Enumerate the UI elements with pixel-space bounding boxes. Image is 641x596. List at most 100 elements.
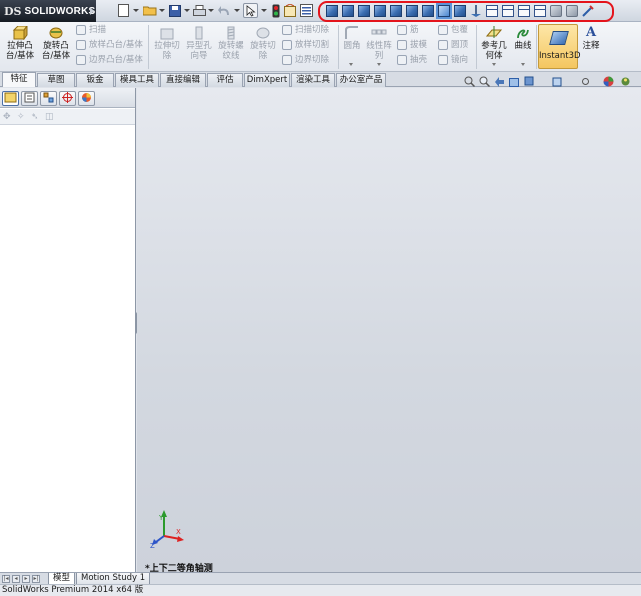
- hide-show-items-icon[interactable]: [580, 76, 591, 87]
- swept-cut-button[interactable]: 扫描切除: [282, 23, 329, 37]
- move-icon[interactable]: ✥: [3, 112, 13, 122]
- display-style-icon[interactable]: [552, 76, 563, 87]
- trimetric-view-icon[interactable]: [436, 3, 452, 19]
- section-view-icon[interactable]: [509, 76, 520, 87]
- instant3d-button[interactable]: Instant3D: [538, 24, 581, 69]
- curves-dropdown-icon[interactable]: [521, 63, 525, 66]
- lofted-cut-button[interactable]: 放样切割: [282, 38, 329, 52]
- tab-sketch[interactable]: 草图: [37, 73, 75, 87]
- file-properties-icon[interactable]: [283, 3, 298, 18]
- save-icon[interactable]: [167, 3, 182, 18]
- apply-scene-icon[interactable]: [620, 76, 631, 87]
- zoom-to-fit-icon[interactable]: [464, 76, 476, 88]
- linear-pattern-button[interactable]: 线性阵列: [365, 26, 393, 61]
- single-view-icon[interactable]: [486, 5, 498, 17]
- print-dropdown-icon[interactable]: [208, 9, 214, 12]
- hole-wizard-button[interactable]: 异型孔向导: [184, 26, 214, 61]
- feature-manager-icon[interactable]: [2, 91, 19, 106]
- select-dropdown-icon[interactable]: [261, 9, 267, 12]
- last-tab-icon[interactable]: ▸|: [32, 575, 40, 583]
- first-tab-icon[interactable]: |◂: [2, 575, 10, 583]
- revolved-boss-button[interactable]: 旋转凸台/基体: [40, 26, 72, 61]
- tab-evaluate[interactable]: 评估: [207, 73, 243, 87]
- view-orientation-icon[interactable]: [524, 76, 535, 87]
- rebuild-icon[interactable]: [268, 3, 283, 18]
- mirror-button[interactable]: 镜向: [438, 53, 468, 67]
- lofted-boss-label: 放样凸台/基体: [89, 40, 143, 50]
- options-icon[interactable]: [299, 3, 314, 18]
- front-view-icon[interactable]: [326, 5, 338, 17]
- tab-render-tools[interactable]: 渲染工具: [291, 73, 335, 87]
- boundary-cut-button[interactable]: 边界切除: [282, 53, 329, 67]
- edit-appearance-icon[interactable]: [603, 76, 614, 87]
- dimxpert-manager-icon[interactable]: [59, 91, 76, 106]
- undo-icon[interactable]: [217, 3, 232, 18]
- fillet-button[interactable]: 圆角: [341, 26, 363, 51]
- menu-expand-icon[interactable]: [90, 7, 94, 15]
- tab-sheet-metal[interactable]: 钣金: [76, 73, 114, 87]
- property-manager-icon[interactable]: [21, 91, 38, 106]
- normal-to-icon[interactable]: [470, 5, 482, 17]
- expand-panel-icon[interactable]: ◫: [45, 112, 55, 122]
- view-selector-icon[interactable]: [566, 5, 578, 17]
- open-icon[interactable]: [142, 3, 157, 18]
- rib-button[interactable]: 筋: [397, 23, 419, 37]
- undo-dropdown-icon[interactable]: [234, 9, 240, 12]
- tab-office-products[interactable]: 办公室产品: [336, 73, 386, 87]
- draft-button[interactable]: 拔模: [397, 38, 427, 52]
- bottom-view-icon[interactable]: [406, 5, 418, 17]
- app-name: SOLIDWORKS: [24, 5, 96, 17]
- back-view-icon[interactable]: [342, 5, 354, 17]
- display-manager-icon[interactable]: [78, 91, 95, 106]
- curves-button[interactable]: 曲线: [511, 26, 535, 51]
- top-view-icon[interactable]: [390, 5, 402, 17]
- link-views-icon[interactable]: [550, 5, 562, 17]
- shell-button[interactable]: 抽壳: [397, 53, 427, 67]
- tab-mold-tools[interactable]: 模具工具: [115, 73, 159, 87]
- previous-tab-icon[interactable]: ◂: [12, 575, 20, 583]
- lofted-boss-button[interactable]: 放样凸台/基体: [76, 38, 143, 52]
- four-view-icon[interactable]: [534, 5, 546, 17]
- graphics-area[interactable]: [137, 88, 641, 572]
- swept-boss-label: 扫描: [89, 25, 107, 35]
- reference-geometry-button[interactable]: 参考几何体: [479, 26, 509, 61]
- two-view-vertical-icon[interactable]: [518, 5, 530, 17]
- swept-boss-button[interactable]: 扫描: [76, 23, 106, 37]
- open-dropdown-icon[interactable]: [159, 9, 165, 12]
- save-dropdown-icon[interactable]: [184, 9, 190, 12]
- pin-icon[interactable]: ➴: [31, 112, 41, 122]
- configuration-manager-icon[interactable]: [40, 91, 57, 106]
- dome-button[interactable]: 圆顶: [438, 38, 468, 52]
- new-document-icon[interactable]: [116, 3, 131, 18]
- print-icon[interactable]: [192, 3, 207, 18]
- tab-dimxpert[interactable]: DimXpert: [244, 73, 290, 87]
- next-tab-icon[interactable]: ▸: [22, 575, 30, 583]
- isometric-view-icon[interactable]: [422, 5, 434, 17]
- revolved-thread-button[interactable]: 旋转螺纹线: [216, 26, 246, 61]
- two-view-horizontal-icon[interactable]: [502, 5, 514, 17]
- dimetric-view-icon[interactable]: [454, 5, 466, 17]
- revolved-cut-button[interactable]: 旋转切除: [248, 26, 278, 61]
- new-dropdown-icon[interactable]: [133, 9, 139, 12]
- solidworks-logo[interactable]: DS SOLIDWORKS: [0, 0, 96, 22]
- tab-features[interactable]: 特征: [2, 72, 36, 87]
- linear-pattern-label: 线性阵列: [366, 41, 392, 61]
- tab-direct-editing[interactable]: 直接编辑: [160, 73, 206, 87]
- hide-show-icon[interactable]: [582, 5, 594, 17]
- lofted-cut-label: 放样切割: [295, 40, 330, 50]
- extruded-cut-button[interactable]: 拉伸切除: [152, 26, 182, 61]
- ref-geometry-dropdown-icon[interactable]: [492, 63, 496, 66]
- right-view-icon[interactable]: [374, 5, 386, 17]
- zoom-to-area-icon[interactable]: [479, 76, 491, 88]
- fillet-dropdown-icon[interactable]: [349, 63, 353, 66]
- filter-icon[interactable]: ✧: [17, 112, 27, 122]
- reference-triad: Y X Z: [150, 510, 184, 548]
- select-icon[interactable]: [243, 3, 258, 18]
- annotation-button[interactable]: A 注释: [580, 26, 602, 52]
- boundary-boss-button[interactable]: 边界凸台/基体: [76, 53, 143, 67]
- wrap-button[interactable]: 包覆: [438, 23, 468, 37]
- extruded-boss-button[interactable]: 拉伸凸台/基体: [4, 24, 36, 61]
- pattern-dropdown-icon[interactable]: [377, 63, 381, 66]
- left-view-icon[interactable]: [358, 5, 370, 17]
- previous-view-icon[interactable]: [494, 76, 505, 87]
